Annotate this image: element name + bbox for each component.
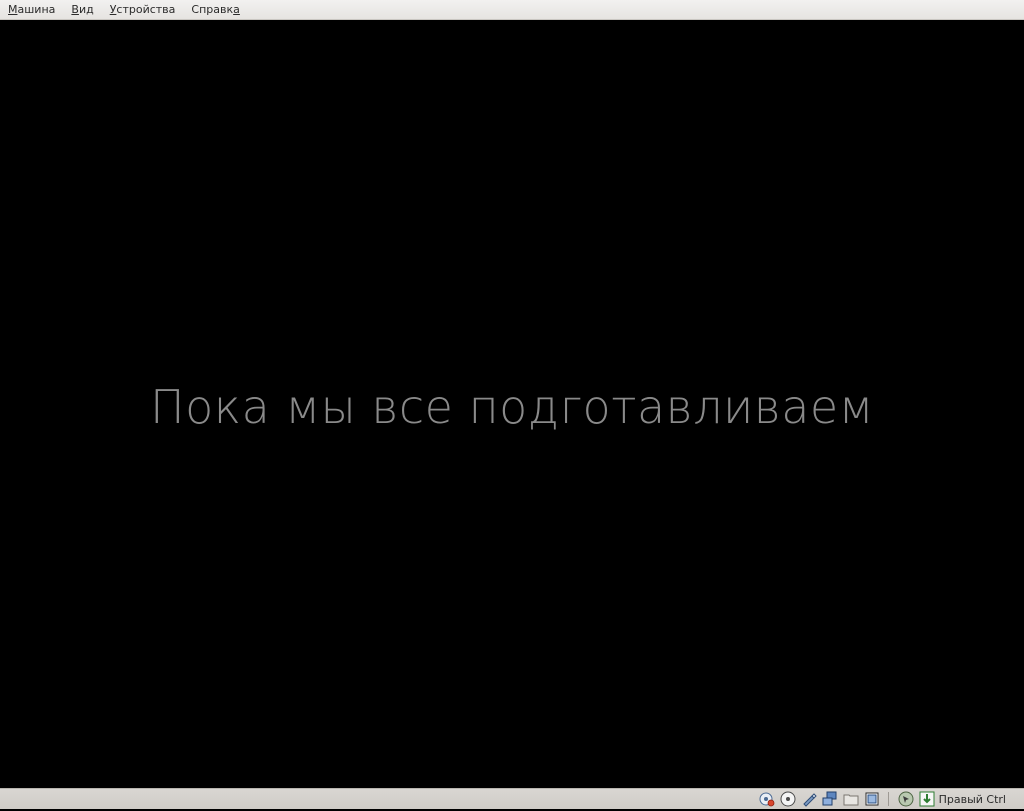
keyboard-capture-icon[interactable]: [919, 791, 935, 807]
menu-devices[interactable]: Устройства: [102, 0, 184, 20]
menu-machine-accel: М: [8, 2, 18, 16]
menu-help[interactable]: Справка: [183, 0, 247, 20]
usb-icon[interactable]: [801, 791, 817, 807]
network-icon[interactable]: [822, 791, 838, 807]
vm-screen[interactable]: Пока мы все подготавливаем: [0, 20, 1024, 788]
menu-help-label: Справк: [191, 2, 234, 16]
host-key-label: Правый Ctrl: [938, 792, 1006, 806]
hard-disk-icon[interactable]: [759, 791, 775, 807]
status-separator: [887, 792, 889, 806]
menu-bar: Машина Вид Устройства Справка: [0, 0, 1024, 20]
menu-machine[interactable]: Машина: [0, 0, 63, 20]
menu-machine-label: ашина: [17, 2, 56, 16]
menu-view-accel: В: [71, 2, 79, 16]
video-capture-icon[interactable]: [864, 791, 880, 807]
preparing-message: Пока мы все подготавливаем: [150, 380, 874, 434]
shared-folders-icon[interactable]: [843, 791, 859, 807]
optical-drive-icon[interactable]: [780, 791, 796, 807]
menu-view-label: ид: [78, 2, 94, 16]
mouse-integration-icon[interactable]: [898, 791, 914, 807]
menu-view[interactable]: Вид: [63, 0, 101, 20]
menu-help-accel: а: [233, 2, 240, 16]
status-bar: Правый Ctrl: [0, 788, 1024, 809]
menu-devices-label: стройства: [116, 2, 176, 16]
